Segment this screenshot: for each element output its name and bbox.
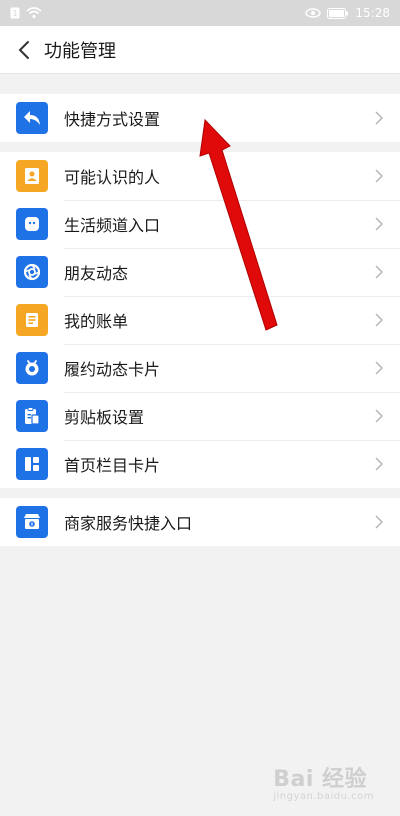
- chevron-right-icon: [372, 111, 386, 125]
- chevron-right-icon: [372, 409, 386, 423]
- baidu-watermark: Bai 经验 jingyan.baidu.com: [273, 761, 374, 802]
- friend-feed-icon: [16, 256, 48, 288]
- setting-item-clipboard[interactable]: 剪贴板设置: [0, 392, 400, 440]
- chevron-right-icon: [372, 265, 386, 279]
- notification-icon: 1: [10, 7, 20, 19]
- chevron-right-icon: [372, 457, 386, 471]
- bill-icon: [16, 304, 48, 336]
- setting-item-label: 朋友动态: [64, 264, 129, 283]
- setting-item-merchant-service[interactable]: 商家服务快捷入口: [0, 498, 400, 546]
- merchant-service-icon: [16, 506, 48, 538]
- life-channel-icon: [16, 208, 48, 240]
- settings-group-3: 商家服务快捷入口: [0, 498, 400, 546]
- status-bar: 1 15:28: [0, 0, 400, 26]
- contacts-icon: [16, 160, 48, 192]
- chevron-right-icon: [372, 361, 386, 375]
- setting-item-contacts[interactable]: 可能认识的人: [0, 152, 400, 200]
- battery-icon: [327, 7, 349, 19]
- chevron-right-icon: [372, 217, 386, 231]
- setting-item-label: 履约动态卡片: [64, 360, 161, 379]
- header-bar: 功能管理: [0, 26, 400, 74]
- shortcut-icon: [16, 102, 48, 134]
- setting-item-label: 商家服务快捷入口: [64, 514, 193, 533]
- svg-text:1: 1: [12, 9, 17, 18]
- fulfillment-icon: [16, 352, 48, 384]
- setting-item-label: 生活频道入口: [64, 216, 161, 235]
- setting-item-shortcut[interactable]: 快捷方式设置: [0, 94, 400, 142]
- setting-item-fulfillment-card[interactable]: 履约动态卡片: [0, 344, 400, 392]
- eye-icon: [305, 8, 322, 18]
- setting-item-bill[interactable]: 我的账单: [0, 296, 400, 344]
- settings-group-1: 快捷方式设置: [0, 94, 400, 142]
- wifi-icon: [26, 7, 42, 19]
- watermark-brand: Bai 经验: [273, 767, 368, 792]
- watermark-url: jingyan.baidu.com: [273, 791, 374, 802]
- clipboard-icon: [16, 400, 48, 432]
- home-card-icon: [16, 448, 48, 480]
- setting-item-label: 可能认识的人: [64, 168, 161, 187]
- back-button[interactable]: [12, 38, 36, 62]
- setting-item-label: 剪贴板设置: [64, 408, 145, 427]
- settings-group-2: 可能认识的人 生活频道入口 朋友动态 我的账单 履约动态卡片 剪贴板设置 首页栏…: [0, 152, 400, 488]
- setting-item-friend-feed[interactable]: 朋友动态: [0, 248, 400, 296]
- setting-item-label: 首页栏目卡片: [64, 456, 161, 475]
- setting-item-label: 快捷方式设置: [64, 110, 161, 129]
- page-title: 功能管理: [44, 40, 116, 62]
- chevron-left-icon: [18, 40, 29, 59]
- setting-item-label: 我的账单: [64, 312, 129, 331]
- setting-item-home-card[interactable]: 首页栏目卡片: [0, 440, 400, 488]
- chevron-right-icon: [372, 515, 386, 529]
- chevron-right-icon: [372, 313, 386, 327]
- status-time: 15:28: [355, 6, 390, 20]
- chevron-right-icon: [372, 169, 386, 183]
- setting-item-life-channel[interactable]: 生活频道入口: [0, 200, 400, 248]
